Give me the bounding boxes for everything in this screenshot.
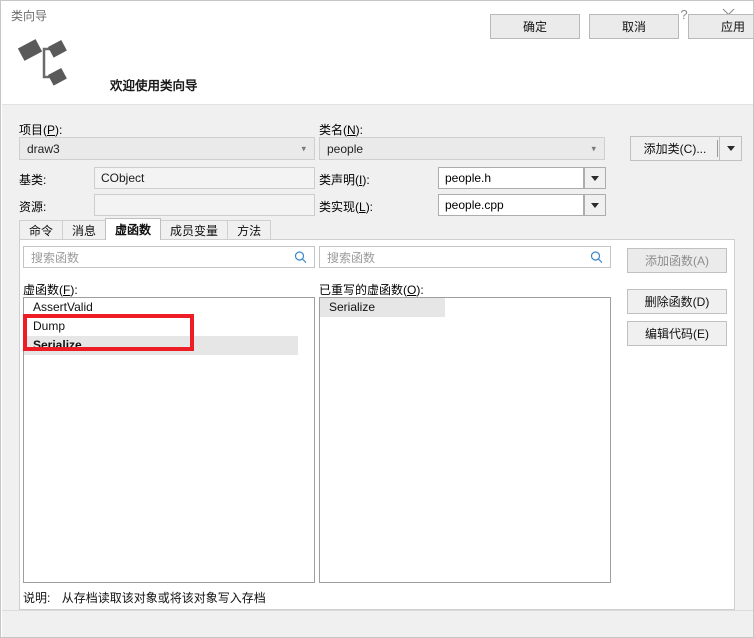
- list-item[interactable]: Dump: [24, 317, 314, 336]
- class-declaration-label: 类声明(I):: [319, 173, 370, 187]
- project-combobox[interactable]: draw3 ▾: [19, 137, 315, 160]
- overridden-functions-listbox[interactable]: Serialize: [319, 297, 611, 583]
- list-item[interactable]: Serialize: [320, 298, 445, 317]
- description-row: 说明: 从存档读取该对象或将该对象写入存档: [23, 589, 266, 606]
- banner-heading: 欢迎使用类向导: [110, 79, 198, 93]
- description-text: 从存档读取该对象或将该对象写入存档: [61, 591, 266, 605]
- search-icon: [590, 251, 603, 264]
- class-implementation-value: people.cpp: [445, 198, 504, 212]
- ok-button[interactable]: 确定: [490, 14, 580, 39]
- add-function-button[interactable]: 添加函数(A): [627, 248, 727, 273]
- right-search-placeholder: 搜索函数: [327, 250, 376, 265]
- tab-strip: 命令 消息 虚函数 成员变量 方法: [19, 218, 272, 240]
- base-class-label: 基类:: [19, 173, 47, 187]
- question-mark-icon: ?: [680, 6, 688, 22]
- delete-function-button[interactable]: 删除函数(D): [627, 289, 727, 314]
- project-label: 项目(P):: [19, 123, 63, 137]
- tab-member-variables[interactable]: 成员变量: [160, 220, 229, 240]
- tab-methods[interactable]: 方法: [227, 220, 272, 240]
- class-declaration-value: people.h: [445, 171, 492, 185]
- tab-virtual-functions[interactable]: 虚函数: [105, 218, 162, 240]
- tab-messages[interactable]: 消息: [62, 220, 107, 240]
- class-wizard-icon: [17, 39, 67, 86]
- class-name-value: people: [327, 141, 364, 156]
- list-item[interactable]: Serialize: [24, 336, 298, 355]
- apply-button[interactable]: 应用: [688, 14, 753, 39]
- description-label: 说明:: [23, 591, 51, 605]
- resource-label: 资源:: [19, 200, 47, 214]
- resource-field[interactable]: [94, 194, 315, 216]
- right-search-input[interactable]: 搜索函数: [319, 246, 611, 268]
- class-implementation-dropdown-button[interactable]: [584, 194, 606, 216]
- edit-code-button[interactable]: 编辑代码(E): [627, 321, 727, 346]
- class-declaration-dropdown-button[interactable]: [584, 167, 606, 189]
- overridden-functions-list-label: 已重写的虚函数(O):: [319, 283, 424, 297]
- virtual-functions-list-label: 虚函数(F):: [23, 283, 78, 297]
- class-wizard-dialog: 类向导 ? 欢迎使用类向导 项目(P): draw3 ▾ 基类: CObject…: [0, 0, 754, 638]
- class-implementation-field[interactable]: people.cpp: [438, 194, 584, 216]
- virtual-functions-listbox[interactable]: AssertValid Dump Serialize: [23, 297, 315, 583]
- add-class-dropdown-button[interactable]: [720, 136, 742, 161]
- chevron-down-icon: [726, 146, 735, 151]
- base-class-value: CObject: [101, 171, 145, 185]
- window-title: 类向导: [11, 9, 48, 23]
- list-item[interactable]: AssertValid: [24, 298, 314, 317]
- class-name-label: 类名(N):: [319, 123, 364, 137]
- chevron-down-icon: ▾: [301, 143, 306, 153]
- class-name-combobox[interactable]: people ▾: [319, 137, 605, 160]
- search-icon: [294, 251, 307, 264]
- project-value: draw3: [27, 141, 60, 156]
- tab-commands[interactable]: 命令: [19, 220, 64, 240]
- chevron-down-icon: [591, 175, 599, 181]
- add-class-button[interactable]: 添加类(C)...: [630, 136, 720, 161]
- chevron-down-icon: ▾: [591, 143, 596, 153]
- footer-bar: [2, 610, 753, 637]
- class-declaration-field[interactable]: people.h: [438, 167, 584, 189]
- class-implementation-label: 类实现(L):: [319, 200, 374, 214]
- split-button-separator: [717, 140, 718, 157]
- base-class-field[interactable]: CObject: [94, 167, 315, 189]
- left-search-placeholder: 搜索函数: [31, 250, 80, 265]
- left-search-input[interactable]: 搜索函数: [23, 246, 315, 268]
- chevron-down-icon: [591, 202, 599, 208]
- cancel-button[interactable]: 取消: [589, 14, 679, 39]
